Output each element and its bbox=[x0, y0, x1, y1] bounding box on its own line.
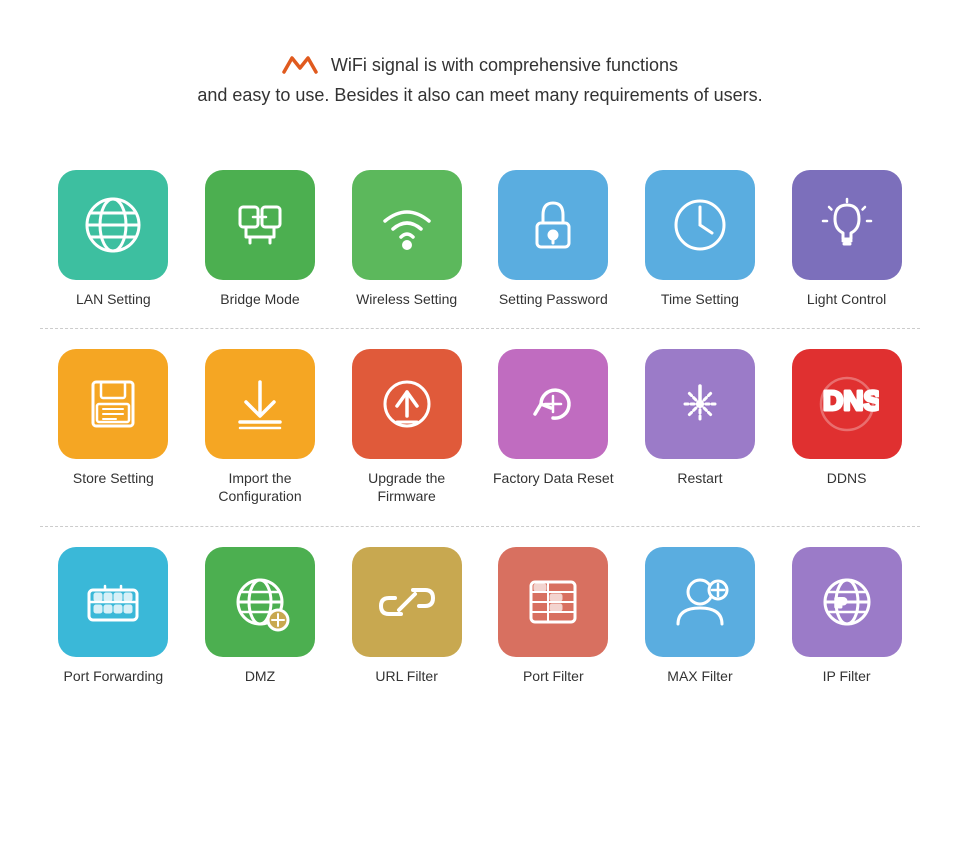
feature-label: Store Setting bbox=[73, 469, 154, 487]
save-icon-box bbox=[58, 349, 168, 459]
bridge-icon-box bbox=[205, 170, 315, 280]
feature-item[interactable]: Store Setting bbox=[48, 349, 178, 487]
feature-item[interactable]: Port Forwarding bbox=[48, 547, 178, 685]
feature-label: Port Forwarding bbox=[64, 667, 164, 685]
comfast-logo bbox=[282, 46, 322, 81]
feature-item[interactable]: Import the Configuration bbox=[195, 349, 325, 505]
feature-label: Bridge Mode bbox=[220, 290, 299, 308]
feature-label: Light Control bbox=[807, 290, 886, 308]
import-icon-box bbox=[205, 349, 315, 459]
feature-item[interactable]: DMZ bbox=[195, 547, 325, 685]
wifi-icon-box bbox=[352, 170, 462, 280]
feature-item[interactable]: Restart bbox=[635, 349, 765, 487]
feature-label: Upgrade the Firmware bbox=[342, 469, 472, 505]
feature-item[interactable]: Bridge Mode bbox=[195, 170, 325, 308]
dns-icon-box: DNS bbox=[792, 349, 902, 459]
feature-item[interactable]: DNS DDNS bbox=[782, 349, 912, 487]
feature-item[interactable]: LAN Setting bbox=[48, 170, 178, 308]
feature-item[interactable]: Time Setting bbox=[635, 170, 765, 308]
globe-icon-box bbox=[58, 170, 168, 280]
feature-label: DDNS bbox=[827, 469, 867, 487]
feature-item[interactable]: Setting Password bbox=[488, 170, 618, 308]
feature-label: LAN Setting bbox=[76, 290, 151, 308]
feature-item[interactable]: Wireless Setting bbox=[342, 170, 472, 308]
reset-icon-box bbox=[498, 349, 608, 459]
feature-label: Restart bbox=[677, 469, 722, 487]
feature-label: IP Filter bbox=[823, 667, 871, 685]
feature-label: Import the Configuration bbox=[195, 469, 325, 505]
logo-icon bbox=[282, 46, 318, 81]
upgrade-icon-box bbox=[352, 349, 462, 459]
link-icon-box bbox=[352, 547, 462, 657]
feature-label: DMZ bbox=[245, 667, 275, 685]
features-grid: LAN Setting Bridge Mode Wireless Setting… bbox=[40, 150, 920, 705]
feature-item[interactable]: Factory Data Reset bbox=[488, 349, 618, 487]
feature-row-0: LAN Setting Bridge Mode Wireless Setting… bbox=[40, 150, 920, 329]
feature-item[interactable]: Light Control bbox=[782, 170, 912, 308]
feature-item[interactable]: Port Filter bbox=[488, 547, 618, 685]
feature-item[interactable]: IP IP Filter bbox=[782, 547, 912, 685]
feature-row-1: Store Setting Import the Configuration U… bbox=[40, 329, 920, 526]
feature-label: Time Setting bbox=[661, 290, 739, 308]
feature-label: Factory Data Reset bbox=[493, 469, 614, 487]
userfilter-icon-box bbox=[645, 547, 755, 657]
svg-text:IP: IP bbox=[835, 596, 846, 610]
port-icon-box bbox=[58, 547, 168, 657]
feature-label: Wireless Setting bbox=[356, 290, 457, 308]
clock-icon-box bbox=[645, 170, 755, 280]
feature-label: URL Filter bbox=[375, 667, 438, 685]
restart-icon-box bbox=[645, 349, 755, 459]
feature-label: Setting Password bbox=[499, 290, 608, 308]
ipglobe-icon-box: IP bbox=[792, 547, 902, 657]
feature-item[interactable]: MAX Filter bbox=[635, 547, 765, 685]
feature-label: MAX Filter bbox=[667, 667, 732, 685]
svg-text:DNS: DNS bbox=[823, 385, 879, 416]
feature-label: Port Filter bbox=[523, 667, 584, 685]
description: WiFi signal is with comprehensive functi… bbox=[197, 46, 762, 110]
bulb-icon-box bbox=[792, 170, 902, 280]
feature-item[interactable]: Upgrade the Firmware bbox=[342, 349, 472, 505]
feature-row-2: Port Forwarding DMZ URL Filter P bbox=[40, 527, 920, 705]
portfilter-icon-box bbox=[498, 547, 608, 657]
globe2-icon-box bbox=[205, 547, 315, 657]
lock-icon-box bbox=[498, 170, 608, 280]
feature-item[interactable]: URL Filter bbox=[342, 547, 472, 685]
